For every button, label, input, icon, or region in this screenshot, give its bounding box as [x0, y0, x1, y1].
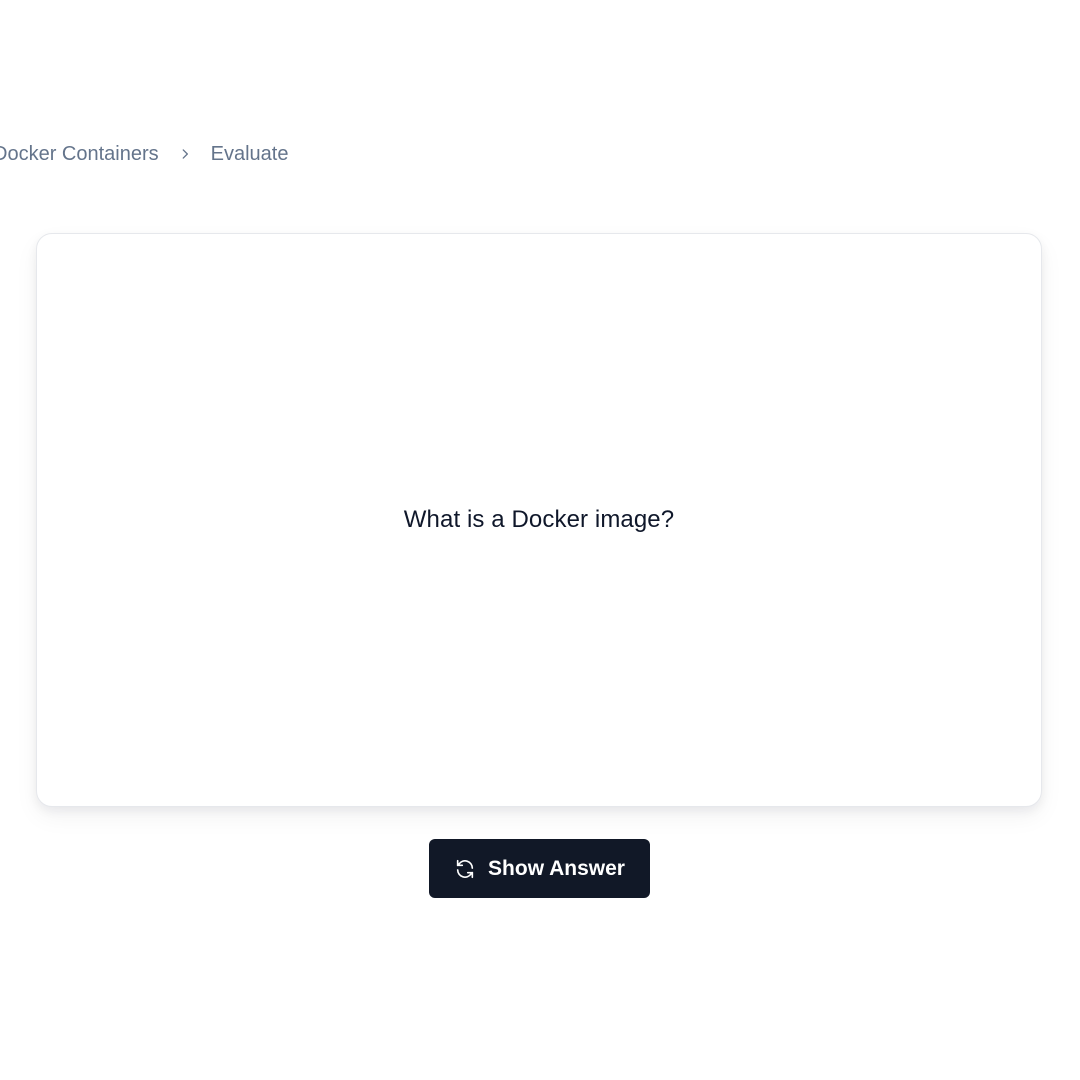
flashcard-evaluate-page: Docker Containers Evaluate What is a Doc…: [0, 0, 1080, 1080]
breadcrumb-item-current: Evaluate: [210, 142, 289, 165]
chevron-right-icon: [159, 147, 211, 161]
flashcard-question: What is a Docker image?: [403, 506, 675, 533]
refresh-icon: [454, 858, 476, 880]
show-answer-button[interactable]: Show Answer: [429, 839, 650, 898]
breadcrumb: Docker Containers Evaluate: [0, 140, 288, 168]
show-answer-label: Show Answer: [488, 856, 625, 880]
flashcard[interactable]: What is a Docker image?: [36, 233, 1042, 807]
breadcrumb-item-deck[interactable]: Docker Containers: [0, 143, 159, 166]
